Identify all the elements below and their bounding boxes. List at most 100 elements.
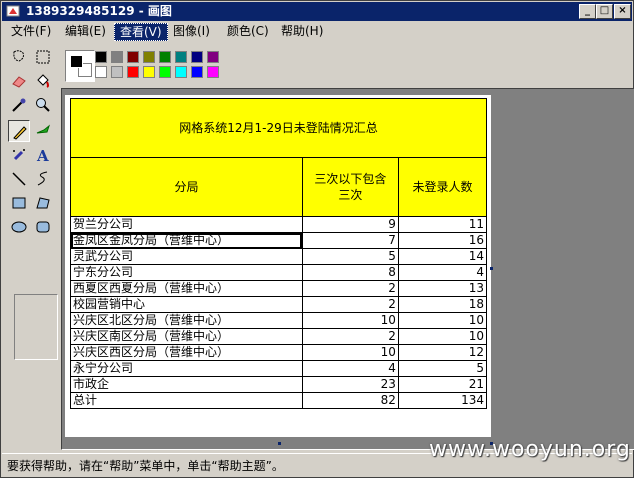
- branch-name-cell: 市政企: [70, 376, 303, 393]
- color-palette: [61, 46, 231, 86]
- rect-select-tool[interactable]: [32, 46, 54, 68]
- table-row: 总计 82 134: [70, 392, 488, 409]
- toolbox: A: [4, 44, 59, 444]
- color-swatch[interactable]: [191, 66, 203, 78]
- branch-name-cell: 总计: [70, 392, 303, 409]
- not-logged-cell: 14: [397, 248, 488, 265]
- summary-table: 网格系统12月1-29日未登陆情况汇总 分局 三次以下包含三次 未登录人数 贺兰…: [70, 98, 488, 409]
- rect-select-icon: [36, 50, 50, 64]
- menu-image[interactable]: 图像(I): [168, 23, 215, 39]
- menu-view[interactable]: 查看(V): [114, 23, 168, 41]
- menu-colors[interactable]: 颜色(C): [222, 23, 274, 39]
- under-three-cell: 2: [301, 296, 399, 313]
- menu-bar: 文件(F) 编辑(E) 查看(V) 图像(I) 颜色(C) 帮助(H): [2, 21, 632, 41]
- color-swatch[interactable]: [95, 66, 107, 78]
- window-title: 1389329485129 - 画图: [26, 4, 172, 18]
- table-row: 金凤区金凤分局（营维中心） 7 16: [70, 232, 488, 249]
- line-tool[interactable]: [8, 168, 30, 190]
- table-row: 贺兰分公司 9 11: [70, 216, 488, 233]
- line-icon: [12, 172, 26, 186]
- table-row: 宁东分公司 8 4: [70, 264, 488, 281]
- paint-canvas[interactable]: 网格系统12月1-29日未登陆情况汇总 分局 三次以下包含三次 未登录人数 贺兰…: [65, 95, 491, 437]
- under-three-cell: 5: [301, 248, 399, 265]
- under-three-cell: 9: [301, 216, 399, 233]
- ellipse-tool[interactable]: [8, 216, 30, 238]
- eraser-icon: [12, 76, 26, 88]
- table-title-row: 网格系统12月1-29日未登陆情况汇总: [70, 98, 487, 158]
- not-logged-cell: 18: [397, 296, 488, 313]
- under-three-cell: 10: [301, 312, 399, 329]
- color-swatch[interactable]: [127, 51, 139, 63]
- table-header-row: 分局 三次以下包含三次 未登录人数: [70, 157, 488, 217]
- color-swatch[interactable]: [111, 51, 123, 63]
- resize-handle-right[interactable]: [490, 267, 493, 270]
- paint-window: 1389329485129 - 画图 _ □ × 文件(F) 编辑(E) 查看(…: [0, 0, 634, 478]
- magnifier-tool[interactable]: [32, 94, 54, 116]
- not-logged-cell: 5: [397, 360, 488, 377]
- menu-edit[interactable]: 编辑(E): [60, 23, 111, 39]
- color-swatch[interactable]: [191, 51, 203, 63]
- text-icon: A: [36, 147, 49, 164]
- resize-handle-bottom[interactable]: [278, 442, 281, 445]
- color-swatch[interactable]: [207, 66, 219, 78]
- color-swatch[interactable]: [111, 66, 123, 78]
- curve-icon: [37, 171, 48, 186]
- color-picker-icon: [12, 98, 26, 112]
- rounded-rect-tool[interactable]: [32, 216, 54, 238]
- status-text: 要获得帮助，请在“帮助”菜单中，单击“帮助主题”。: [7, 459, 284, 473]
- eraser-tool[interactable]: [8, 70, 30, 92]
- not-logged-cell: 4: [397, 264, 488, 281]
- polygon-tool[interactable]: [32, 192, 54, 214]
- color-swatch[interactable]: [143, 51, 155, 63]
- color-picker-tool[interactable]: [8, 94, 30, 116]
- curve-tool[interactable]: [32, 168, 54, 190]
- tool-options-box[interactable]: [14, 294, 58, 360]
- not-logged-cell: 10: [397, 312, 488, 329]
- brush-icon: [36, 124, 51, 134]
- color-swatch[interactable]: [159, 51, 171, 63]
- table-row: 校园营销中心 2 18: [70, 296, 488, 313]
- ellipse-icon: [11, 221, 27, 233]
- canvas-area[interactable]: 网格系统12月1-29日未登陆情况汇总 分局 三次以下包含三次 未登录人数 贺兰…: [61, 88, 634, 450]
- close-button[interactable]: ×: [614, 4, 631, 19]
- rectangle-tool[interactable]: [8, 192, 30, 214]
- under-three-cell: 2: [301, 328, 399, 345]
- free-select-tool[interactable]: [8, 46, 30, 68]
- menu-help[interactable]: 帮助(H): [276, 23, 328, 39]
- airbrush-icon: [13, 149, 25, 161]
- branch-name-cell: 校园营销中心: [70, 296, 303, 313]
- menu-file[interactable]: 文件(F): [6, 23, 56, 39]
- table-row: 西夏区西夏分局（营维中心） 2 13: [70, 280, 488, 297]
- color-swatch[interactable]: [159, 66, 171, 78]
- not-logged-cell: 12: [397, 344, 488, 361]
- text-tool[interactable]: A: [32, 144, 54, 166]
- fill-tool[interactable]: [32, 70, 54, 92]
- color-swatch[interactable]: [95, 51, 107, 63]
- rounded-rect-icon: [36, 221, 50, 233]
- under-three-cell: 7: [301, 232, 399, 249]
- polygon-icon: [36, 197, 50, 209]
- color-swatch[interactable]: [175, 66, 187, 78]
- branch-name-cell: 金凤区金凤分局（营维中心）: [70, 232, 303, 249]
- minimize-button[interactable]: _: [579, 4, 596, 19]
- maximize-button[interactable]: □: [596, 4, 613, 19]
- color-swatch[interactable]: [143, 66, 155, 78]
- not-logged-cell: 134: [397, 392, 488, 409]
- current-colors[interactable]: [65, 50, 95, 82]
- color-swatch[interactable]: [127, 66, 139, 78]
- not-logged-cell: 16: [397, 232, 488, 249]
- color-swatch[interactable]: [175, 51, 187, 63]
- table-title: 网格系统12月1-29日未登陆情况汇总: [70, 98, 487, 158]
- branch-name-cell: 兴庆区南区分局（营维中心）: [70, 328, 303, 345]
- color-swatch[interactable]: [207, 51, 219, 63]
- header-not-logged: 未登录人数: [397, 157, 488, 217]
- airbrush-tool[interactable]: [8, 144, 30, 166]
- table-row: 兴庆区北区分局（营维中心） 10 10: [70, 312, 488, 329]
- branch-name-cell: 贺兰分公司: [70, 216, 303, 233]
- table-row: 兴庆区南区分局（营维中心） 2 10: [70, 328, 488, 345]
- not-logged-cell: 11: [397, 216, 488, 233]
- brush-tool[interactable]: [32, 120, 54, 142]
- pencil-tool[interactable]: [8, 120, 30, 142]
- branch-name-cell: 宁东分公司: [70, 264, 303, 281]
- under-three-cell: 82: [301, 392, 399, 409]
